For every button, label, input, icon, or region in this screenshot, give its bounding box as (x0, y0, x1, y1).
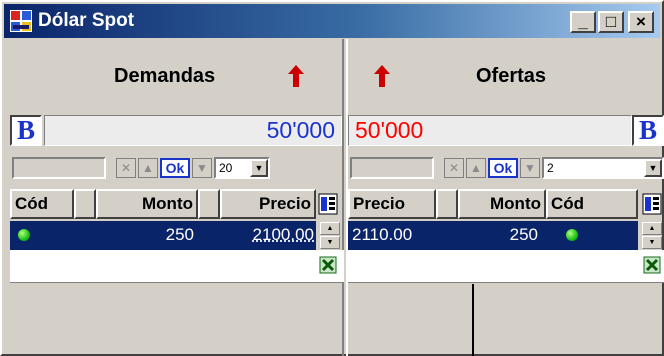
status-divider (472, 284, 474, 356)
down-triangle-icon[interactable]: ▼ (520, 158, 540, 178)
col-spacer (198, 189, 220, 219)
col-precio[interactable]: Precio (348, 189, 436, 219)
clear-icon[interactable]: ✕ (116, 158, 136, 178)
b-label: B (17, 115, 35, 145)
ofertas-precio: 2110.00 (352, 221, 436, 250)
window-title: Dólar Spot (38, 10, 134, 32)
col-cod[interactable]: Cód (10, 189, 74, 219)
minimize-button[interactable]: _ (570, 11, 596, 33)
ofertas-panel: Ofertas 50'000 B ✕ ▲ Ok ▼ 2 ▼ Precio Mon… (346, 39, 664, 356)
maximize-button[interactable]: □ (598, 11, 624, 33)
ofertas-quantity-select[interactable]: 2 ▼ (542, 157, 664, 179)
b-label: B (639, 115, 657, 145)
ofertas-row-spinner[interactable]: ▲ ▼ (642, 222, 662, 249)
minimize-icon: _ (578, 12, 587, 31)
col-monto[interactable]: Monto (458, 189, 546, 219)
ofertas-grid-header: Precio Monto Cód (348, 189, 664, 219)
ofertas-monto: 250 (458, 221, 538, 250)
ofertas-amount[interactable]: 50'000 (348, 115, 632, 146)
demandas-header: Demandas (10, 39, 342, 113)
down-triangle-icon[interactable]: ▼ (192, 158, 212, 178)
up-triangle-icon[interactable]: ▲ (138, 158, 158, 178)
excel-export-icon[interactable] (642, 253, 662, 277)
ofertas-ok-button[interactable]: Ok (488, 158, 518, 178)
col-spacer (74, 189, 96, 219)
demandas-row[interactable]: 250 2100.00 (10, 221, 316, 250)
spinner-up-icon[interactable]: ▲ (642, 222, 662, 235)
demandas-quantity-select[interactable]: 20 ▼ (214, 157, 270, 179)
demandas-precio: 2100.00 (210, 221, 314, 250)
maximize-icon: □ (606, 12, 616, 31)
demandas-monto: 250 (100, 221, 194, 250)
col-monto[interactable]: Monto (96, 189, 198, 219)
up-arrow-icon[interactable] (374, 65, 390, 87)
demandas-ok-button[interactable]: Ok (160, 158, 190, 178)
ofertas-header: Ofertas (348, 39, 664, 113)
ofertas-empty-row[interactable] (348, 250, 664, 283)
close-button[interactable]: × (628, 11, 654, 33)
demandas-grid-header: Cód Monto Precio (10, 189, 342, 219)
clear-icon[interactable]: ✕ (444, 158, 464, 178)
col-cod[interactable]: Cód (546, 189, 638, 219)
up-triangle-icon[interactable]: ▲ (466, 158, 486, 178)
columns-config-icon[interactable] (642, 193, 662, 215)
demandas-empty-row[interactable] (10, 250, 344, 283)
spinner-down-icon[interactable]: ▼ (320, 236, 340, 249)
dolar-spot-window: Dólar Spot _ □ × Demandas B 50'000 ✕ ▲ O… (0, 0, 664, 356)
up-arrow-icon[interactable] (288, 65, 304, 87)
demandas-amount[interactable]: 50'000 (44, 115, 342, 146)
demandas-b-button[interactable]: B (10, 115, 42, 146)
demandas-panel: Demandas B 50'000 ✕ ▲ Ok ▼ 20 ▼ Cód Mont… (10, 39, 344, 356)
status-green-dot-icon (566, 229, 578, 241)
spinner-down-icon[interactable]: ▼ (642, 236, 662, 249)
ofertas-amount-row: 50'000 B (348, 113, 664, 147)
demandas-row-spinner[interactable]: ▲ ▼ (320, 222, 340, 249)
columns-config-icon[interactable] (318, 193, 338, 215)
app-icon (10, 10, 32, 32)
col-precio[interactable]: Precio (220, 189, 316, 219)
chevron-down-icon[interactable]: ▼ (250, 159, 268, 177)
ofertas-b-button[interactable]: B (632, 115, 664, 146)
demandas-quantity-value: 20 (219, 161, 232, 175)
ofertas-price-input[interactable] (350, 157, 434, 179)
ofertas-controls: ✕ ▲ Ok ▼ 2 ▼ (348, 155, 664, 181)
chevron-down-icon[interactable]: ▼ (644, 159, 662, 177)
ofertas-row[interactable]: 2110.00 250 (348, 221, 638, 250)
spinner-up-icon[interactable]: ▲ (320, 222, 340, 235)
col-spacer (436, 189, 458, 219)
demandas-amount-row: B 50'000 (10, 113, 342, 147)
demandas-title: Demandas (114, 65, 215, 88)
ofertas-quantity-value: 2 (547, 161, 554, 175)
ofertas-title: Ofertas (476, 65, 546, 88)
demandas-price-input[interactable] (12, 157, 106, 179)
demandas-controls: ✕ ▲ Ok ▼ 20 ▼ (10, 155, 342, 181)
excel-export-icon[interactable] (318, 253, 338, 277)
close-icon: × (636, 12, 646, 31)
title-bar[interactable]: Dólar Spot _ □ × (4, 4, 660, 38)
status-green-dot-icon (18, 229, 30, 241)
